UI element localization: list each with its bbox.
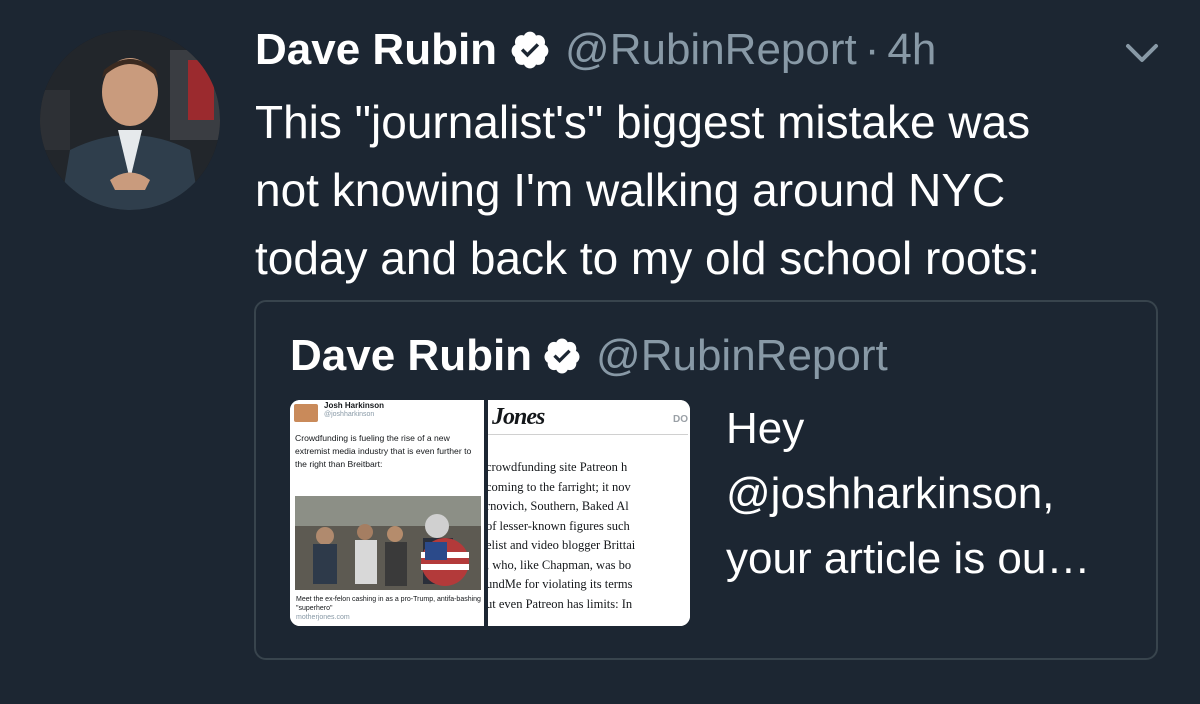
tweet-header: Dave Rubin @RubinReport · 4h: [255, 20, 936, 80]
author-handle[interactable]: @RubinReport: [565, 25, 857, 75]
author-name[interactable]: Dave Rubin: [255, 25, 497, 75]
embedded-tweet-text: Crowdfunding is fueling the rise of a ne…: [295, 433, 472, 469]
quoted-author-handle: @RubinReport: [596, 331, 888, 380]
separator-dot: ·: [864, 25, 880, 74]
article-line: coming to the farright; it nov: [488, 479, 631, 494]
chevron-down-icon[interactable]: [1120, 38, 1164, 70]
article-line: crowdfunding site Patreon h: [488, 460, 628, 474]
quoted-tweet-text: Hey @joshharkinson, your article is ou…: [726, 404, 1091, 583]
article-line: undMe for violating its terms: [488, 577, 633, 591]
article-divider: [488, 434, 688, 435]
embedded-link-caption: Meet the ex-felon cashing in as a pro-Tr…: [296, 596, 481, 612]
article-corner-text: DO: [673, 414, 688, 425]
tweet-text: This "journalist's" biggest mistake was …: [255, 96, 1040, 284]
article-text: crowdfunding site Patreon h coming to th…: [488, 458, 690, 614]
article-brand: Jones: [492, 404, 545, 430]
quoted-tweet[interactable]: Dave Rubin @RubinReport Josh Harkinson @…: [254, 300, 1158, 660]
article-line: of lesser-known figures such: [488, 518, 630, 533]
article-line: elist and video blogger Brittai: [488, 538, 636, 552]
embedded-avatar: [294, 404, 318, 422]
media-tweet-screenshot: Josh Harkinson @joshharkinson Crowdfundi…: [290, 400, 488, 626]
media-article-screenshot: Jones DO crowdfunding site Patreon h com…: [488, 400, 690, 626]
embedded-author-handle: @joshharkinson: [324, 411, 375, 418]
quoted-tweet-header: Dave Rubin @RubinReport: [290, 328, 888, 384]
embedded-news-photo: [295, 496, 481, 590]
avatar[interactable]: [40, 30, 220, 210]
article-line: , who, like Chapman, was bo: [488, 557, 632, 572]
embedded-link-domain: motherjones.com: [296, 614, 350, 621]
article-line: ut even Patreon has limits: In: [488, 596, 633, 611]
quoted-tweet-media[interactable]: Josh Harkinson @joshharkinson Crowdfundi…: [290, 400, 690, 626]
article-line: rnovich, Southern, Baked Al: [488, 499, 629, 513]
timestamp[interactable]: 4h: [887, 25, 936, 75]
verified-badge-icon: [542, 336, 582, 376]
verified-badge-icon: [509, 29, 551, 71]
quoted-author-name: Dave Rubin: [290, 331, 533, 380]
avatar-photo: [40, 30, 220, 210]
embedded-author-name: Josh Harkinson: [324, 401, 385, 410]
